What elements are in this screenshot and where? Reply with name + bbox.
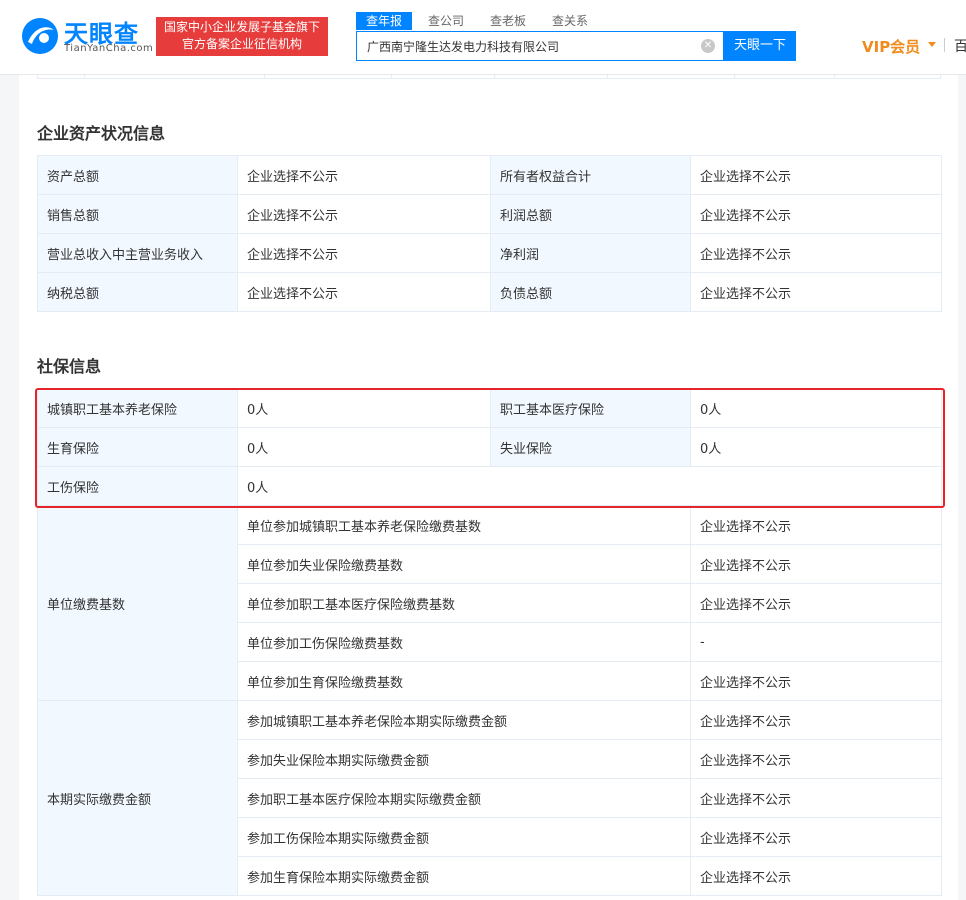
field-value: 企业选择不公示 [237, 194, 491, 234]
field-value: 企业选择不公示 [237, 272, 491, 312]
item-value: - [690, 622, 942, 662]
field-label: 职工基本医疗保险 [490, 388, 691, 428]
item-value: 企业选择不公示 [690, 544, 942, 584]
field-label: 销售总额 [37, 194, 238, 234]
field-label: 失业保险 [490, 427, 691, 467]
field-value: 企业选择不公示 [237, 155, 491, 195]
field-value: 0人 [237, 388, 491, 428]
field-label: 纳税总额 [37, 272, 238, 312]
field-label: 资产总额 [37, 155, 238, 195]
item-value: 企业选择不公示 [690, 739, 942, 779]
group-label-contribution-base: 单位缴费基数 [37, 505, 238, 701]
field-value: 企业选择不公示 [690, 233, 942, 273]
social-section-title: 社保信息 [37, 357, 102, 376]
social-insurance-table: 城镇职工基本养老保险 0人 职工基本医疗保险 0人 生育保险 0人 失业保险 0… [37, 388, 942, 896]
group-label-actual-paid: 本期实际缴费金额 [37, 700, 238, 896]
item-name: 单位参加城镇职工基本养老保险缴费基数 [237, 505, 691, 545]
field-label: 所有者权益合计 [490, 155, 691, 195]
item-name: 单位参加生育保险缴费基数 [237, 661, 691, 701]
assets-table: 资产总额 企业选择不公示 所有者权益合计 企业选择不公示 销售总额 企业选择不公… [37, 155, 942, 312]
previous-table-bottom [37, 75, 941, 79]
item-name: 参加职工基本医疗保险本期实际缴费金额 [237, 778, 691, 818]
vip-member-link[interactable]: VIP会员 [862, 36, 920, 57]
field-value: 0人 [690, 388, 942, 428]
table-row: 单位缴费基数 单位参加城镇职工基本养老保险缴费基数 企业选择不公示 [37, 505, 942, 701]
field-label: 工伤保险 [37, 466, 238, 506]
item-name: 单位参加职工基本医疗保险缴费基数 [237, 583, 691, 623]
table-row: 工伤保险 0人 [37, 466, 942, 506]
promo-line-2: 官方备案企业征信机构 [181, 37, 302, 51]
field-value: 企业选择不公示 [690, 155, 942, 195]
item-name: 参加城镇职工基本养老保险本期实际缴费金额 [237, 700, 691, 740]
table-row: 资产总额 企业选择不公示 所有者权益合计 企业选择不公示 [37, 155, 942, 195]
field-label: 城镇职工基本养老保险 [37, 388, 238, 428]
field-value: 0人 [237, 427, 491, 467]
field-value: 企业选择不公示 [690, 272, 942, 312]
field-label: 利润总额 [490, 194, 691, 234]
field-value: 企业选择不公示 [690, 194, 942, 234]
item-value: 企业选择不公示 [690, 817, 942, 857]
search-input[interactable] [357, 32, 697, 60]
brand-subtitle: TianYanCha.com [64, 43, 154, 54]
item-value: 企业选择不公示 [690, 583, 942, 623]
tab-relation[interactable]: 查关系 [542, 12, 598, 30]
item-value: 企业选择不公示 [690, 700, 942, 740]
table-row: 城镇职工基本养老保险 0人 职工基本医疗保险 0人 [37, 388, 942, 428]
assets-section-title: 企业资产状况信息 [37, 124, 166, 143]
top-header: 天眼查 TianYanCha.com 国家中小企业发展子基金旗下 官方备案企业征… [0, 0, 966, 75]
header-cut-text[interactable]: 百 [954, 36, 966, 56]
field-value: 0人 [237, 466, 942, 506]
search-box: ✕ [356, 31, 724, 61]
item-name: 参加生育保险本期实际缴费金额 [237, 856, 691, 896]
tab-boss[interactable]: 查老板 [480, 12, 536, 30]
tab-company[interactable]: 查公司 [418, 12, 474, 30]
search-button[interactable]: 天眼一下 [724, 31, 796, 61]
item-name: 参加工伤保险本期实际缴费金额 [237, 817, 691, 857]
table-row: 本期实际缴费金额 参加城镇职工基本养老保险本期实际缴费金额 企业选择不公示 [37, 700, 942, 896]
table-row: 销售总额 企业选择不公示 利润总额 企业选择不公示 [37, 194, 942, 234]
field-label: 生育保险 [37, 427, 238, 467]
item-name: 单位参加工伤保险缴费基数 [237, 622, 691, 662]
field-value: 企业选择不公示 [237, 233, 491, 273]
clear-icon[interactable]: ✕ [701, 39, 715, 53]
header-divider [944, 38, 945, 52]
field-value: 0人 [690, 427, 942, 467]
promo-badge[interactable]: 国家中小企业发展子基金旗下 官方备案企业征信机构 [156, 17, 328, 56]
item-value: 企业选择不公示 [690, 661, 942, 701]
item-value: 企业选择不公示 [690, 856, 942, 896]
table-row: 营业总收入中主营业务收入 企业选择不公示 净利润 企业选择不公示 [37, 233, 942, 273]
promo-line-1: 国家中小企业发展子基金旗下 [163, 20, 320, 34]
item-name: 单位参加失业保险缴费基数 [237, 544, 691, 584]
tab-annual-report[interactable]: 查年报 [356, 12, 413, 30]
item-value: 企业选择不公示 [690, 505, 942, 545]
table-row: 纳税总额 企业选择不公示 负债总额 企业选择不公示 [37, 272, 942, 312]
field-label: 净利润 [490, 233, 691, 273]
field-label: 营业总收入中主营业务收入 [37, 233, 238, 273]
field-label: 负债总额 [490, 272, 691, 312]
search-type-tabs: 查年报 查公司 查老板 查关系 [356, 12, 604, 32]
item-value: 企业选择不公示 [690, 778, 942, 818]
table-row: 生育保险 0人 失业保险 0人 [37, 427, 942, 467]
chevron-down-icon[interactable] [928, 42, 936, 47]
item-name: 参加失业保险本期实际缴费金额 [237, 739, 691, 779]
tianyancha-logo-icon[interactable] [20, 16, 60, 56]
